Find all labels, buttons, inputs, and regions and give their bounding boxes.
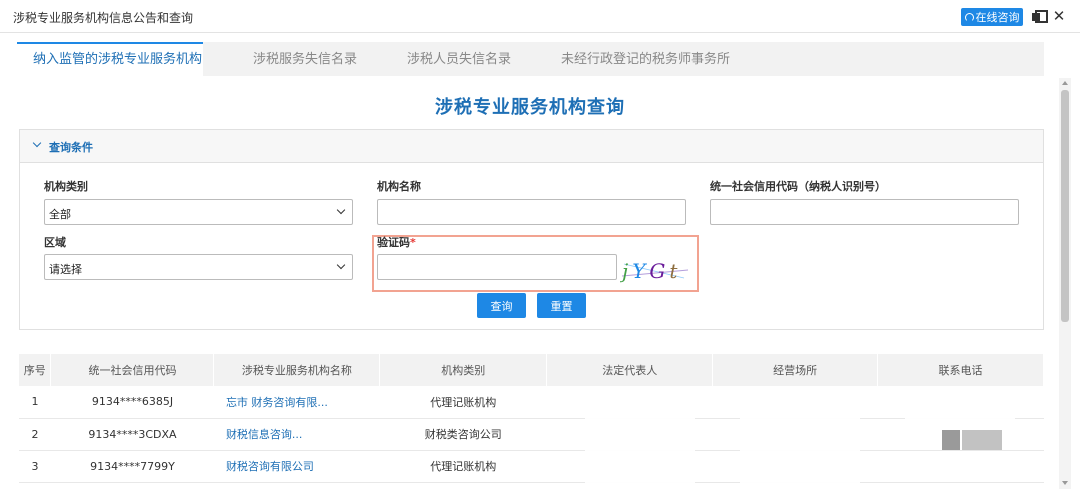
restore-icon[interactable] xyxy=(1032,9,1048,23)
credit-code-input[interactable] xyxy=(710,199,1019,225)
cell-no: 1 xyxy=(19,386,51,419)
cell-code: 9134****7799Y xyxy=(50,450,214,483)
results-table: 序号 统一社会信用代码 涉税专业服务机构名称 机构类别 法定代表人 经营场所 联… xyxy=(19,354,1044,483)
table-row[interactable]: 1 9134****6385J 忘市 财务咨询有限... 代理记账机构 xyxy=(19,386,1044,419)
search-button[interactable]: 查询 xyxy=(477,293,526,318)
org-type-value: 全部 xyxy=(49,208,71,221)
privacy-mask xyxy=(962,430,1002,450)
chevron-down-icon xyxy=(336,260,346,270)
page-title: 涉税专业服务机构查询 xyxy=(435,97,625,118)
table-header-row: 序号 统一社会信用代码 涉税专业服务机构名称 机构类别 法定代表人 经营场所 联… xyxy=(19,354,1044,386)
org-type-label: 机构类别 xyxy=(44,180,88,193)
captcha-label-text: 验证码 xyxy=(377,236,410,249)
captcha-char: G xyxy=(649,259,665,283)
col-header-phone: 联系电话 xyxy=(877,354,1044,386)
cell-type: 财税类咨询公司 xyxy=(379,418,547,451)
required-mark: * xyxy=(410,236,416,249)
tab-unregistered-firms[interactable]: 未经行政登记的税务师事务所 xyxy=(561,42,730,76)
captcha-char: t xyxy=(669,259,678,283)
cell-name-link[interactable]: 忘市 财务咨询有限... xyxy=(213,386,380,419)
chevron-down-icon xyxy=(32,138,42,148)
captcha-char: j xyxy=(620,259,628,283)
scroll-up-icon[interactable] xyxy=(1062,81,1068,85)
region-value: 请选择 xyxy=(49,263,82,276)
chevron-down-icon xyxy=(336,205,346,215)
cell-code: 9134****3CDXA xyxy=(50,418,214,451)
org-name-input[interactable] xyxy=(377,199,686,225)
credit-code-label: 统一社会信用代码（纳税人识别号） xyxy=(710,180,886,193)
col-header-type: 机构类别 xyxy=(379,354,548,386)
scroll-down-icon[interactable] xyxy=(1062,481,1068,485)
cell-no: 2 xyxy=(19,418,51,451)
online-consult-button[interactable]: 在线咨询 xyxy=(961,8,1023,26)
table-row[interactable]: 3 9134****7799Y 财税咨询有限公司 代理记账机构 xyxy=(19,450,1044,483)
online-consult-label: 在线咨询 xyxy=(975,11,1020,24)
region-label: 区域 xyxy=(44,236,66,249)
captcha-char: Y xyxy=(632,259,647,283)
col-header-no: 序号 xyxy=(19,354,52,386)
tab-supervised-orgs[interactable]: 纳入监管的涉税专业服务机构 xyxy=(17,42,203,76)
reset-button[interactable]: 重置 xyxy=(537,293,586,318)
close-icon[interactable]: ✕ xyxy=(1052,9,1066,24)
org-name-label: 机构名称 xyxy=(377,180,421,193)
tab-bar: 纳入监管的涉税专业服务机构 涉税服务失信名录 涉税人员失信名录 未经行政登记的税… xyxy=(17,42,1044,76)
col-header-address: 经营场所 xyxy=(712,354,879,386)
query-panel: 查询条件 xyxy=(19,129,1044,330)
tab-service-dishonest-list[interactable]: 涉税服务失信名录 xyxy=(253,42,357,76)
privacy-mask xyxy=(942,430,960,450)
cell-name-link[interactable]: 财税信息咨询... xyxy=(213,418,380,451)
captcha-label: 验证码* xyxy=(377,234,416,250)
privacy-mask xyxy=(740,395,860,489)
cell-name-link[interactable]: 财税咨询有限公司 xyxy=(213,450,380,483)
region-select[interactable]: 请选择 xyxy=(44,254,353,280)
query-panel-title: 查询条件 xyxy=(49,141,93,154)
privacy-mask xyxy=(585,388,695,489)
org-type-select[interactable]: 全部 xyxy=(44,199,353,225)
captcha-image[interactable]: jYGt xyxy=(620,256,690,284)
privacy-mask xyxy=(905,388,1015,428)
cell-type: 代理记账机构 xyxy=(379,386,547,419)
cell-no: 3 xyxy=(19,450,51,483)
scroll-thumb[interactable] xyxy=(1061,90,1069,322)
tab-personnel-dishonest-list[interactable]: 涉税人员失信名录 xyxy=(407,42,511,76)
cell-phone xyxy=(877,450,1044,483)
col-header-name: 涉税专业服务机构名称 xyxy=(213,354,381,386)
col-header-code: 统一社会信用代码 xyxy=(50,354,215,386)
window-titlebar: 涉税专业服务机构信息公告和查询 在线咨询 ✕ xyxy=(0,0,1080,33)
table-row[interactable]: 2 9134****3CDXA 财税信息咨询... 财税类咨询公司 xyxy=(19,418,1044,451)
captcha-text: jYGt xyxy=(620,259,678,283)
window-title: 涉税专业服务机构信息公告和查询 xyxy=(13,11,194,25)
cell-code: 9134****6385J xyxy=(50,386,214,419)
cell-type: 代理记账机构 xyxy=(379,450,547,483)
headset-icon xyxy=(964,12,974,22)
query-panel-header[interactable]: 查询条件 xyxy=(20,130,1043,163)
vertical-scrollbar[interactable] xyxy=(1059,78,1071,489)
captcha-input[interactable] xyxy=(377,254,617,280)
col-header-rep: 法定代表人 xyxy=(546,354,714,386)
